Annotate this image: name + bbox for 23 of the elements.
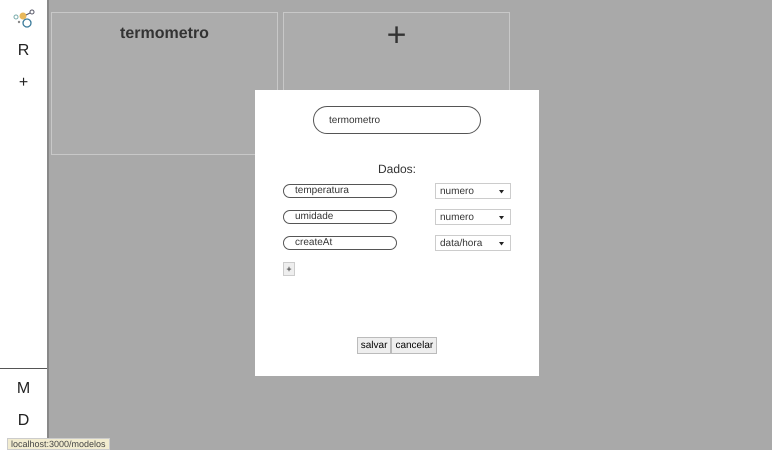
add-field-button[interactable]: + xyxy=(283,262,295,276)
type-select[interactable]: numero xyxy=(435,209,511,225)
type-select[interactable]: numero xyxy=(435,183,511,199)
action-button[interactable]: cancelar xyxy=(391,337,438,354)
caret-icon xyxy=(499,214,504,220)
sidebar-item[interactable]: M xyxy=(14,380,34,398)
url-tooltip: localhost:3000/modelos xyxy=(7,438,110,450)
caret-icon xyxy=(499,188,504,194)
add-label: + xyxy=(386,15,406,55)
card-title: termometro xyxy=(120,25,209,43)
caret-icon xyxy=(499,240,504,246)
sidebar-item[interactable]: + xyxy=(14,74,34,92)
type-select[interactable]: data/hora xyxy=(435,235,511,251)
field-name-input[interactable]: umidade xyxy=(283,210,397,224)
model-card[interactable]: termometro xyxy=(51,12,278,155)
field-name-input[interactable]: createAt xyxy=(283,236,397,250)
logo-icon[interactable] xyxy=(12,8,34,28)
action-button[interactable]: salvar xyxy=(356,337,392,354)
section-label: Dados: xyxy=(378,162,416,176)
sidebar-item[interactable]: R xyxy=(14,42,34,60)
field-name-input[interactable]: temperatura xyxy=(283,184,397,198)
sidebar-item[interactable]: D xyxy=(14,412,34,430)
name-field[interactable]: termometro xyxy=(313,106,481,134)
